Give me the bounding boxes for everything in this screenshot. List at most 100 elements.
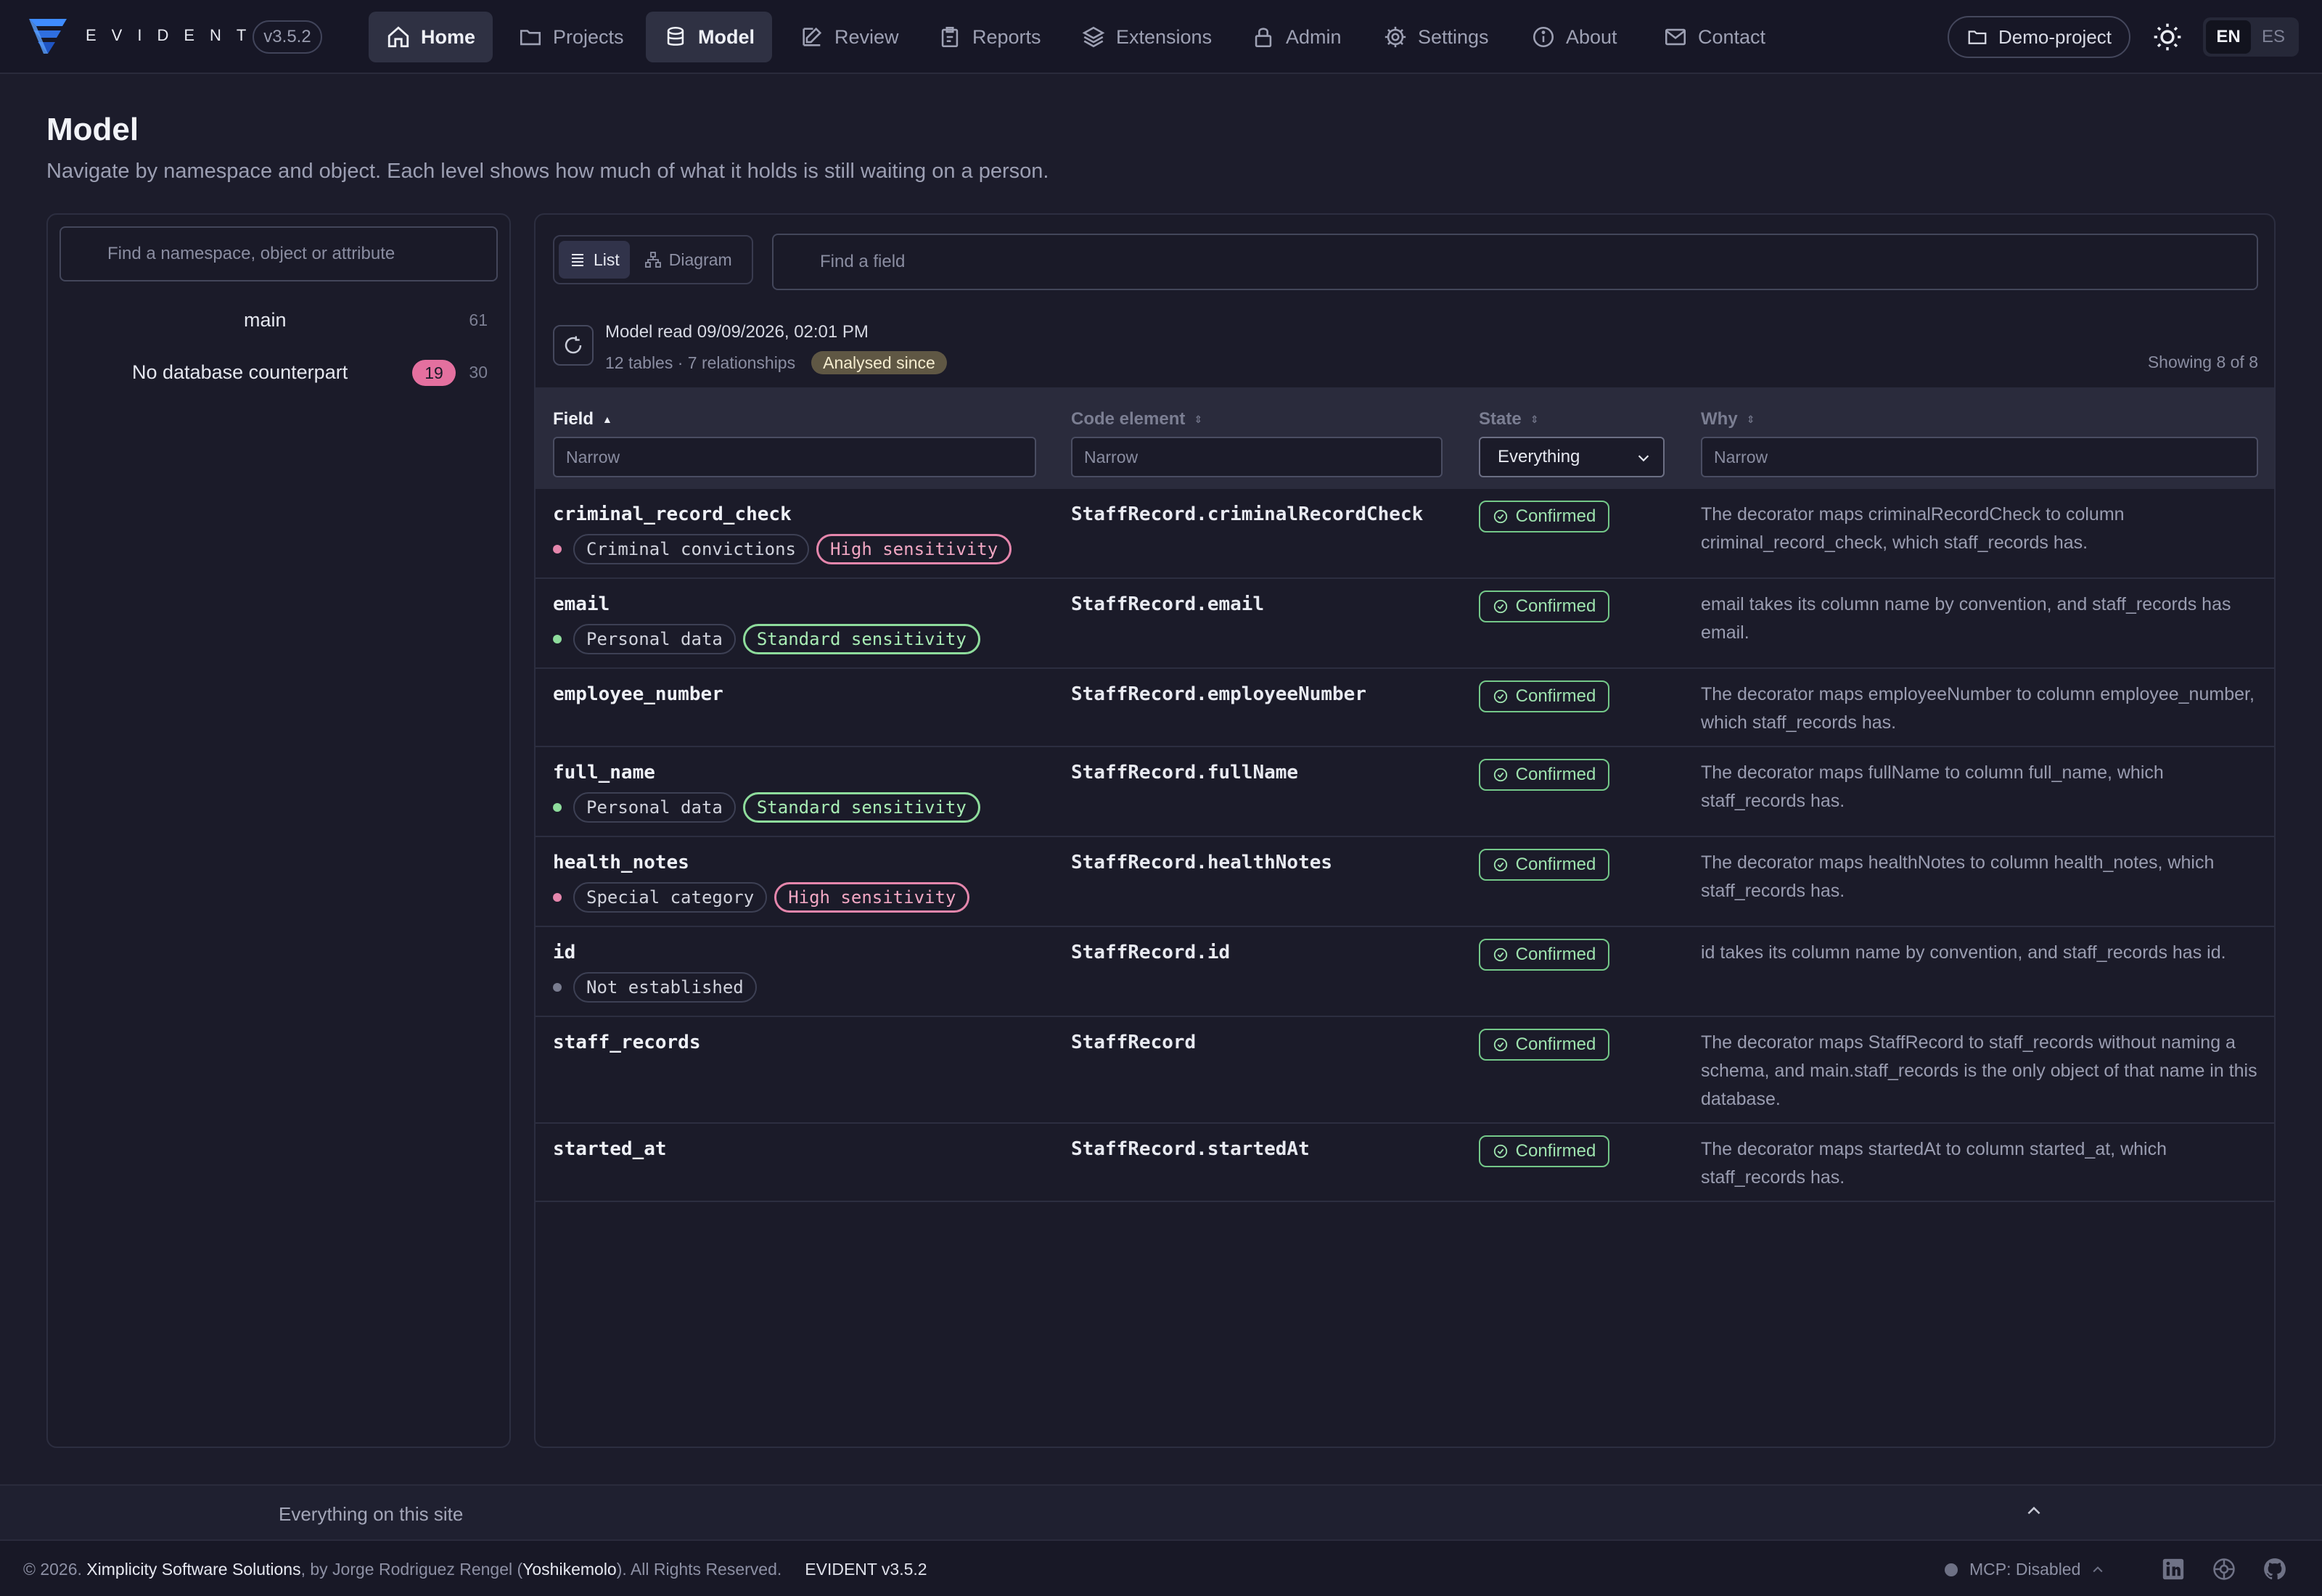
nav-contact[interactable]: Contact <box>1646 12 1783 62</box>
model-summary: 12 tables · 7 relationships Analysed sin… <box>605 351 947 374</box>
sensitivity-tag: Standard sensitivity <box>742 624 980 654</box>
code-element: StaffRecord.id <box>1071 942 1231 963</box>
copyright-rights: ). All Rights Reserved. <box>616 1560 782 1579</box>
view-list-label: List <box>594 250 620 269</box>
field-name: criminal_record_check <box>553 503 792 525</box>
nav-settings[interactable]: Settings <box>1366 12 1506 62</box>
nav-extensions[interactable]: Extensions <box>1064 12 1229 62</box>
tree-item-no-db-counterpart[interactable]: No database counterpart 19 30 <box>48 351 509 395</box>
nav-model[interactable]: Model <box>646 12 772 62</box>
classification-dot-icon <box>553 803 562 812</box>
why-explanation: The decorator maps healthNotes to column… <box>1701 852 2215 901</box>
list-icon <box>569 251 586 268</box>
view-list-button[interactable]: List <box>559 241 630 279</box>
column-header-label: Why <box>1701 409 1738 429</box>
state-badge[interactable]: Confirmed <box>1479 1029 1609 1061</box>
nav-admin[interactable]: Admin <box>1234 12 1359 62</box>
website-icon[interactable] <box>2212 1557 2236 1581</box>
view-diagram-button[interactable]: Diagram <box>634 241 742 279</box>
tree-item-main[interactable]: main 61 <box>48 299 509 342</box>
state-badge[interactable]: Confirmed <box>1479 849 1609 881</box>
why-filter-input[interactable] <box>1701 437 2258 477</box>
chevron-up-icon[interactable] <box>2024 1502 2043 1521</box>
field-name: id <box>553 942 576 963</box>
layers-icon <box>1081 25 1106 49</box>
nav-contact-label: Contact <box>1698 25 1766 48</box>
category-tag: Special category <box>573 882 768 913</box>
code-element: StaffRecord.healthNotes <box>1071 852 1333 873</box>
state-badge[interactable]: Confirmed <box>1479 1135 1609 1167</box>
nav-projects[interactable]: Projects <box>501 12 641 62</box>
tree-search-input[interactable] <box>60 226 498 281</box>
showing-count: Showing 8 of 8 <box>2147 353 2258 371</box>
nav-reports[interactable]: Reports <box>920 12 1059 62</box>
state-badge[interactable]: Confirmed <box>1479 591 1609 622</box>
company-link[interactable]: Ximplicity Software Solutions <box>86 1560 300 1579</box>
table-row[interactable]: id Not established StaffRecord.id Confirme… <box>536 927 2274 1017</box>
state-filter-select[interactable]: Everything <box>1479 437 1665 477</box>
column-header-state[interactable]: State ⇕ <box>1479 409 1538 429</box>
status-dot-icon <box>1945 1563 1958 1576</box>
table-row[interactable]: health_notes Special category High sensiti… <box>536 837 2274 927</box>
code-filter-input[interactable] <box>1071 437 1443 477</box>
field-filter-input[interactable] <box>553 437 1036 477</box>
nav-review[interactable]: Review <box>782 12 916 62</box>
home-icon <box>386 25 411 49</box>
linkedin-icon[interactable] <box>2161 1557 2186 1581</box>
sitemap-toggle-label[interactable]: Everything on this site <box>279 1503 463 1526</box>
table-row[interactable]: employee_number StaffRecord.employeeNumbe… <box>536 669 2274 747</box>
why-explanation: email takes its column name by conventio… <box>1701 594 2231 643</box>
table-header: Field ▲ Code element ⇕ State ⇕ Why ⇕ Eve… <box>536 387 2274 489</box>
column-header-label: Code element <box>1071 409 1186 429</box>
nav-about[interactable]: About <box>1514 12 1635 62</box>
nav-home-label: Home <box>421 25 476 48</box>
lock-icon <box>1251 25 1276 49</box>
nav-model-label: Model <box>698 25 755 48</box>
nav-projects-label: Projects <box>553 25 624 48</box>
brand[interactable]: EVIDENT <box>26 15 261 57</box>
theme-toggle-sun-icon[interactable] <box>2152 22 2183 52</box>
nav-settings-label: Settings <box>1418 25 1489 48</box>
why-explanation: The decorator maps employeeNumber to col… <box>1701 684 2255 733</box>
nav-home[interactable]: Home <box>369 12 493 62</box>
lang-en-button[interactable]: EN <box>2206 20 2251 54</box>
mail-icon <box>1663 25 1688 49</box>
category-tag: Personal data <box>573 624 736 654</box>
field-search-input[interactable] <box>772 234 2258 290</box>
state-badge[interactable]: Confirmed <box>1479 501 1609 532</box>
state-filter-value: Everything <box>1498 447 1580 466</box>
lang-es-button[interactable]: ES <box>2251 20 2296 54</box>
table-row[interactable]: started_at StaffRecord.startedAt Confirme… <box>536 1124 2274 1202</box>
column-header-why[interactable]: Why ⇕ <box>1701 409 1755 429</box>
nav-admin-label: Admin <box>1286 25 1342 48</box>
table-row[interactable]: email Personal data Standard sensitivity St… <box>536 579 2274 669</box>
table-row[interactable]: full_name Personal data Standard sensitivi… <box>536 747 2274 837</box>
sort-asc-icon: ▲ <box>602 414 612 425</box>
author-link[interactable]: Yoshikemolo <box>522 1560 617 1579</box>
check-circle-icon <box>1493 509 1509 525</box>
state-badge[interactable]: Confirmed <box>1479 680 1609 712</box>
table-row[interactable]: staff_records StaffRecord Confirmed The d… <box>536 1017 2274 1124</box>
state-badge[interactable]: Confirmed <box>1479 939 1609 971</box>
column-header-field[interactable]: Field ▲ <box>553 409 612 429</box>
code-element: StaffRecord <box>1071 1032 1197 1053</box>
classification-dot-icon <box>553 893 562 902</box>
gear-icon <box>1383 25 1408 49</box>
chevron-down-icon <box>1636 450 1652 466</box>
table-row[interactable]: criminal_record_check Criminal conviction… <box>536 489 2274 579</box>
classification-dot-icon <box>553 545 562 554</box>
sensitivity-tag: High sensitivity <box>774 882 970 913</box>
check-circle-icon <box>1493 857 1509 873</box>
column-header-code[interactable]: Code element ⇕ <box>1071 409 1202 429</box>
mcp-status[interactable]: MCP: Disabled <box>1945 1560 2105 1579</box>
github-icon[interactable] <box>2262 1557 2287 1581</box>
project-selector-button[interactable]: Demo-project <box>1948 16 2130 58</box>
diagram-icon <box>644 251 662 268</box>
why-explanation: The decorator maps StaffRecord to staff_… <box>1701 1032 2257 1109</box>
refresh-model-button[interactable] <box>553 325 594 366</box>
state-label: Confirmed <box>1515 686 1596 706</box>
tree-item-label: No database counterpart <box>132 361 348 383</box>
state-badge[interactable]: Confirmed <box>1479 759 1609 791</box>
sensitivity-tag: Standard sensitivity <box>742 792 980 823</box>
category-tag: Criminal convictions <box>573 534 809 564</box>
